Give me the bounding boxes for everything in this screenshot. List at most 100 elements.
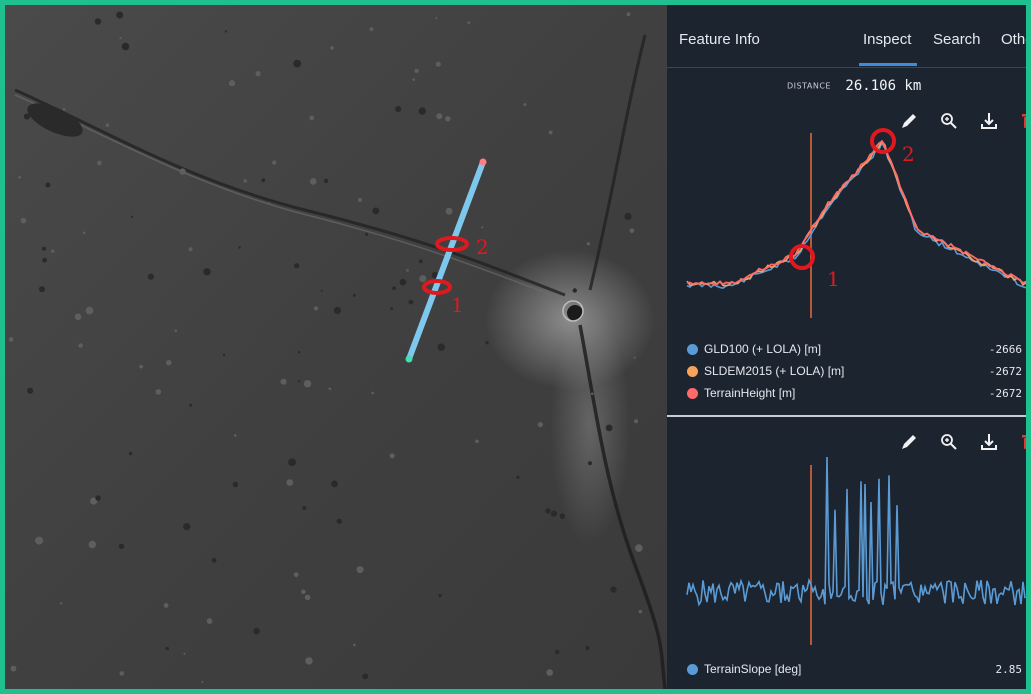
crater — [119, 36, 122, 40]
map-marker-2-label: 2 — [476, 235, 489, 259]
legend-label: GLD100 (+ LOLA) [m] — [704, 342, 822, 356]
crater — [297, 351, 301, 354]
crater — [590, 392, 594, 396]
crater — [286, 479, 294, 486]
crater — [147, 273, 154, 280]
crater — [166, 360, 172, 366]
crater — [253, 627, 260, 635]
crater — [243, 179, 247, 183]
crater — [328, 387, 332, 391]
crater — [27, 387, 34, 394]
crater — [179, 168, 186, 175]
map-view[interactable]: 2 1 — [5, 5, 667, 689]
crater — [272, 160, 277, 165]
crater — [586, 242, 591, 246]
crater — [42, 257, 47, 263]
crater — [88, 540, 97, 549]
crater — [523, 103, 527, 107]
crater — [331, 480, 338, 488]
side-panel: Feature Info Inspect Search Other DISTAN… — [667, 5, 1026, 689]
crater — [42, 246, 47, 251]
crater — [222, 353, 226, 357]
crater — [23, 113, 30, 120]
profile-marker-2-label: 2 — [902, 142, 915, 166]
tab-feature-info[interactable]: Feature Info — [679, 31, 760, 48]
crater — [155, 389, 162, 395]
tab-search[interactable]: Search — [933, 31, 981, 48]
crater — [255, 71, 261, 77]
crater — [389, 453, 395, 459]
crater — [399, 278, 407, 286]
crater — [10, 665, 17, 672]
crater — [418, 259, 423, 264]
crater — [293, 572, 299, 578]
crater — [183, 652, 186, 655]
crater — [62, 108, 66, 111]
tab-inspect[interactable]: Inspect — [863, 31, 911, 48]
crater — [294, 263, 300, 269]
crater — [128, 451, 133, 456]
crater — [633, 356, 636, 359]
map-marker-1-label: 1 — [451, 293, 464, 317]
crater — [118, 543, 125, 549]
crater — [353, 643, 356, 647]
crater — [39, 286, 45, 293]
crater — [293, 59, 302, 68]
active-tab-indicator — [859, 63, 917, 66]
crater — [406, 269, 409, 272]
crater — [481, 226, 484, 229]
crater — [174, 329, 178, 333]
crater — [516, 475, 520, 479]
crater — [390, 307, 394, 310]
crater — [139, 364, 144, 369]
profile-marker-2 — [870, 128, 896, 154]
distance-readout: DISTANCE 26.106 km — [787, 77, 921, 95]
crater — [605, 424, 613, 432]
crater — [587, 461, 593, 466]
crater — [545, 508, 551, 514]
terrain-slope-series-line — [686, 456, 1026, 607]
crater — [297, 380, 301, 383]
crater — [85, 306, 94, 315]
legend-value: -2666 — [988, 343, 1022, 356]
crater — [610, 586, 617, 593]
gld100-series-line — [686, 141, 1026, 289]
legend-value: -2672 — [988, 387, 1022, 400]
crater — [309, 178, 317, 185]
crater — [18, 176, 22, 179]
crater — [531, 287, 534, 291]
crater — [8, 337, 14, 342]
app-window: 2 1 Feature Info Inspect Search Other DI… — [0, 0, 1031, 694]
profile-start-point[interactable] — [479, 158, 487, 166]
terrain-slope-chart[interactable] — [667, 445, 1026, 650]
elevation-profile-chart[interactable]: 1 2 — [667, 123, 1026, 328]
crater — [437, 343, 445, 351]
tab-other[interactable]: Other — [1001, 31, 1026, 48]
crater — [35, 536, 44, 545]
crater — [55, 119, 59, 123]
terrain-slope-color-dot — [687, 664, 698, 675]
crater — [550, 510, 558, 517]
crater — [369, 27, 374, 32]
lunar-surface-map[interactable]: 2 1 — [5, 5, 667, 689]
profile-end-point[interactable] — [405, 355, 413, 363]
crater — [105, 123, 110, 127]
crater — [548, 130, 553, 135]
legend-label: TerrainSlope [deg] — [704, 662, 802, 676]
crater — [629, 228, 635, 233]
crater — [330, 46, 334, 50]
crater — [51, 249, 55, 253]
crater — [301, 589, 306, 595]
crater — [336, 518, 342, 524]
legend-row-sldem2015: SLDEM2015 (+ LOLA) [m] -2672 — [687, 363, 1022, 381]
crater — [165, 646, 169, 651]
crater — [635, 544, 643, 552]
crater — [268, 202, 271, 205]
crater — [634, 419, 639, 424]
crater — [203, 268, 211, 276]
gld100-color-dot — [687, 344, 698, 355]
legend-row-terrain-slope: TerrainSlope [deg] 2.85 — [687, 661, 1022, 679]
terrain-height-color-dot — [687, 388, 698, 399]
crater — [418, 107, 426, 115]
legend-value: 2.85 — [995, 663, 1023, 676]
